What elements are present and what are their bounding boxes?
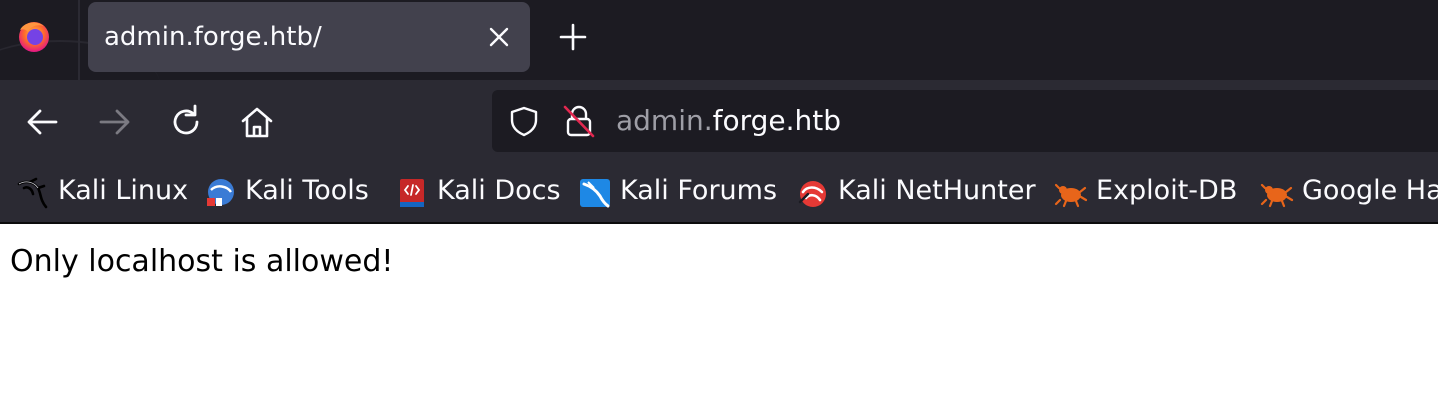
tab-separator	[78, 0, 80, 80]
page-content: Only localhost is allowed!	[0, 224, 1438, 406]
bookmarks-toolbar: Kali Linux Kali Tools Kali Docs Kali For…	[0, 163, 1438, 222]
insecure-lock-icon[interactable]	[562, 103, 596, 139]
back-arrow-icon[interactable]	[22, 102, 62, 142]
url-bar[interactable]: admin.forge.htb	[492, 90, 1438, 152]
home-icon[interactable]	[237, 102, 277, 142]
kali-dragon-icon	[17, 177, 48, 209]
close-icon[interactable]	[486, 24, 512, 50]
firefox-logo-icon[interactable]	[16, 18, 52, 54]
kali-nethunter-icon	[798, 181, 826, 207]
bookmark-label: Kali Linux	[58, 175, 189, 206]
new-tab-plus-icon[interactable]	[558, 22, 588, 52]
kali-tools-icon	[207, 179, 234, 206]
forward-arrow-icon[interactable]	[95, 102, 135, 142]
shield-icon[interactable]	[508, 105, 540, 137]
navigation-toolbar: admin.forge.htb	[0, 80, 1438, 163]
bookmark-label: Kali Tools	[245, 175, 369, 206]
tab-active[interactable]: admin.forge.htb/	[88, 2, 530, 72]
bookmark-label: Kali NetHunter	[838, 175, 1036, 206]
bookmark-label: Google Ha	[1302, 175, 1438, 206]
google-hacking-db-icon	[1260, 183, 1294, 208]
bookmark-label: Exploit-DB	[1096, 175, 1238, 206]
tab-title: admin.forge.htb/	[104, 22, 322, 52]
url-subdomain: admin.	[616, 104, 713, 137]
url-text[interactable]: admin.forge.htb	[616, 104, 841, 137]
bookmark-label: Kali Docs	[437, 175, 561, 206]
page-message: Only localhost is allowed!	[10, 244, 394, 279]
bookmark-label: Kali Forums	[620, 175, 778, 206]
kali-docs-icon	[400, 179, 424, 207]
reload-icon[interactable]	[166, 102, 206, 142]
tab-strip: admin.forge.htb/	[0, 0, 1438, 80]
kali-forums-icon	[580, 179, 610, 208]
url-domain: forge.htb	[712, 104, 842, 137]
exploit-db-icon	[1054, 183, 1088, 208]
